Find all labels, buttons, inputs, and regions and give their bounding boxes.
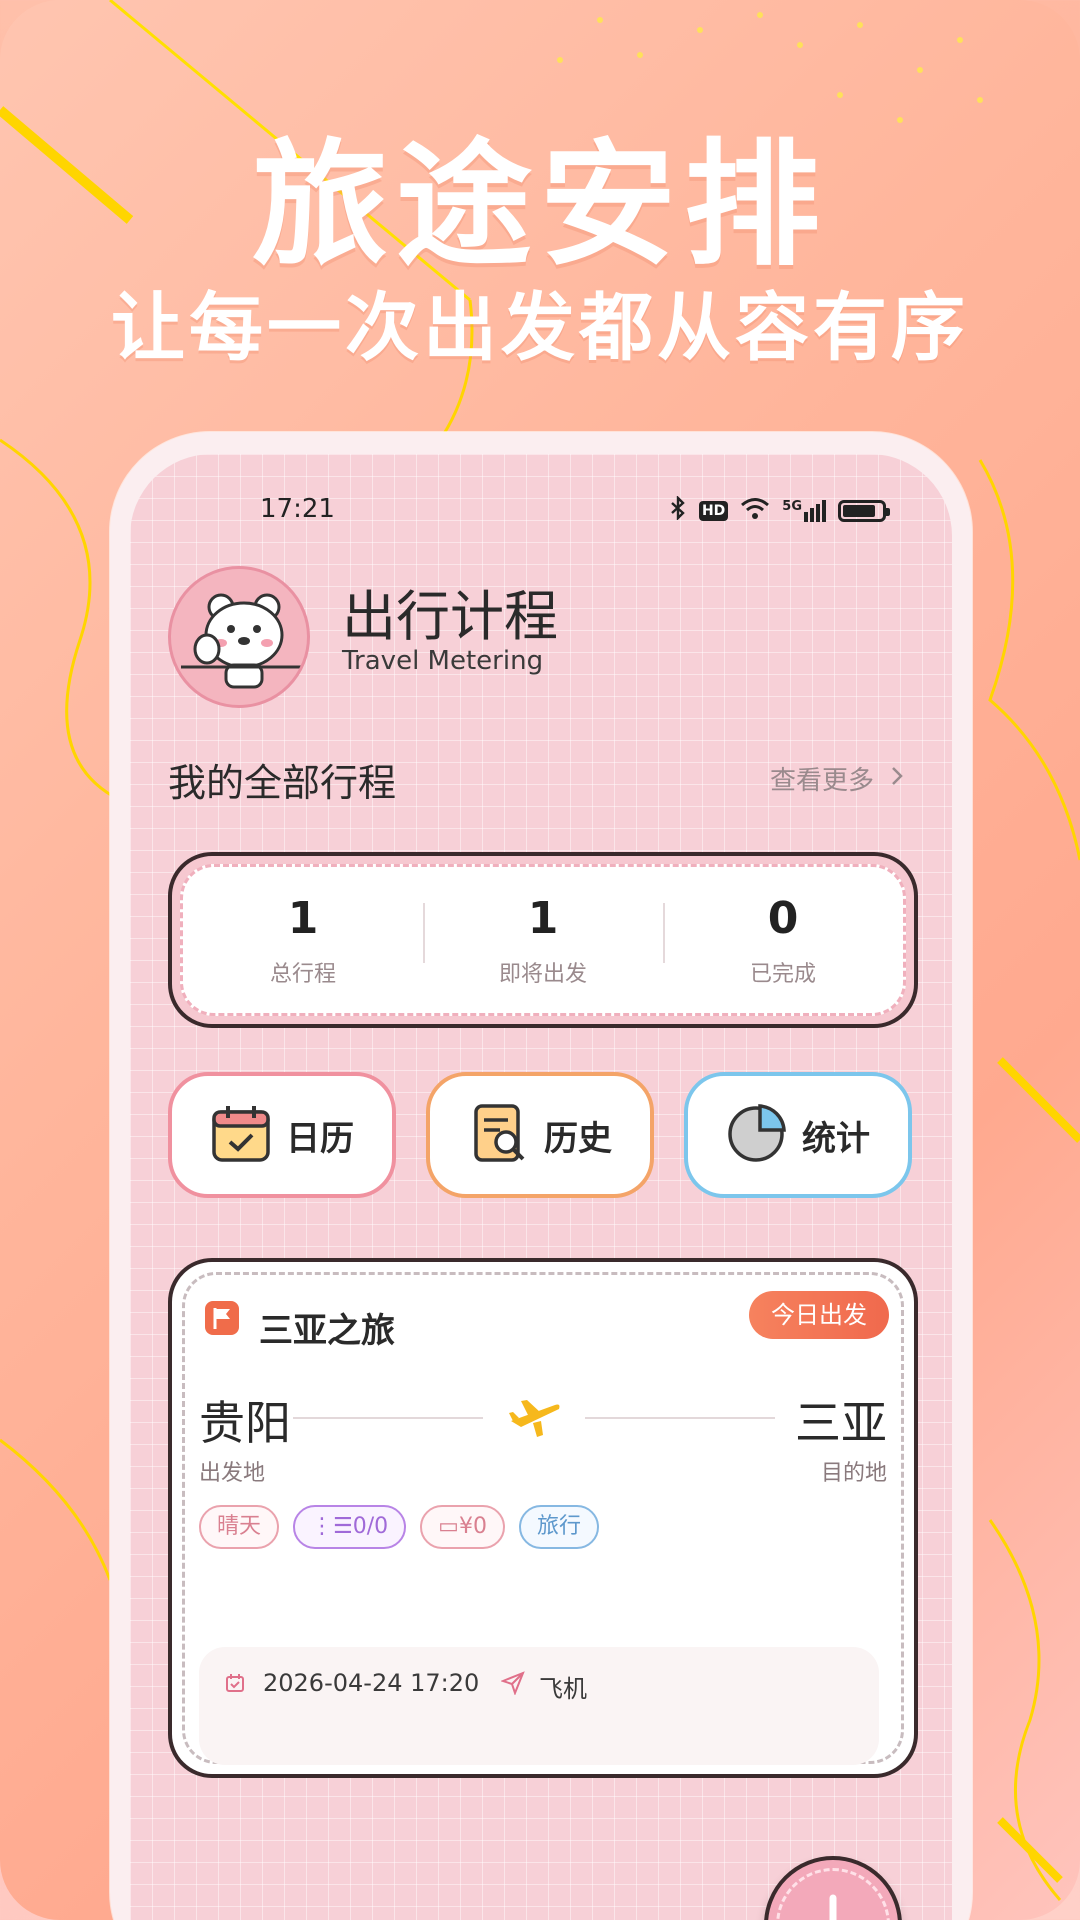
route-line: [293, 1417, 483, 1419]
stat-label: 即将出发: [498, 961, 587, 987]
battery-level: [843, 505, 875, 517]
network-type-label: 5G: [782, 499, 802, 514]
pie-chart-icon: [726, 1102, 788, 1168]
stat-completed[interactable]: 0 已完成: [663, 893, 903, 988]
flag-icon: [205, 1301, 239, 1335]
promo-subtitle: 让每一次出发都从容有序: [111, 285, 969, 371]
promo-title: 旅途安排: [252, 127, 828, 285]
stat-total[interactable]: 1 总行程: [183, 893, 423, 988]
see-more-link[interactable]: 查看更多: [770, 760, 904, 797]
trip-type-tag: 旅行: [518, 1505, 599, 1549]
section-title: 我的全部行程: [168, 761, 397, 805]
budget-tag: ▭¥0: [420, 1505, 505, 1549]
stats-card: 1 总行程 1 即将出发 0 已完成: [168, 852, 918, 1028]
statistics-label: 统计: [802, 1118, 870, 1159]
stat-value: 1: [527, 892, 559, 944]
stat-upcoming[interactable]: 1 即将出发: [423, 893, 663, 988]
route-line: [585, 1417, 775, 1419]
budget-amount: ¥0: [458, 1514, 487, 1539]
trip-transport: 飞机: [539, 1675, 587, 1703]
wallet-icon: ▭: [438, 1514, 459, 1539]
add-trip-button[interactable]: [764, 1856, 902, 1920]
app-subtitle: Travel Metering: [342, 646, 544, 676]
history-button[interactable]: 历史: [426, 1072, 654, 1198]
trip-tags: 晴天 ⋮☰0/0 ▭¥0 旅行: [199, 1505, 759, 1549]
calendar-label: 日历: [286, 1118, 354, 1159]
avatar[interactable]: [168, 566, 310, 708]
calendar-icon: [225, 1673, 245, 1693]
stat-value: 0: [767, 892, 799, 944]
see-more-label: 查看更多: [769, 766, 874, 796]
status-bar: 17:21 HD 5G: [130, 492, 952, 532]
bluetooth-icon: [669, 495, 687, 526]
stat-label: 总行程: [269, 961, 336, 987]
polar-bear-avatar: [181, 593, 303, 689]
checklist-tag: ⋮☰0/0: [293, 1505, 407, 1549]
destination-label: 目的地: [820, 1461, 887, 1486]
trip-card[interactable]: 三亚之旅 今日出发 贵阳 出发地 三亚 目的地 晴天 ⋮☰0/0 ▭¥0 旅行 …: [168, 1258, 918, 1778]
app-title: 出行计程: [342, 585, 558, 648]
destination-city: 三亚: [795, 1396, 887, 1450]
history-document-icon: [468, 1102, 530, 1168]
hd-icon: HD: [698, 501, 729, 521]
trip-info-box: 2026-04-24 17:20 飞机: [199, 1647, 879, 1765]
app-screen: 17:21 HD 5G 出行计程 Travel Metering 我的全部行程 …: [130, 454, 952, 1920]
plus-icon: [829, 1894, 837, 1920]
stat-label: 已完成: [749, 961, 816, 987]
departure-label: 出发地: [199, 1461, 266, 1486]
battery-icon: [838, 500, 890, 522]
departure-city: 贵阳: [199, 1396, 291, 1450]
trip-title: 三亚之旅: [259, 1311, 395, 1351]
statistics-button[interactable]: 统计: [684, 1072, 912, 1198]
history-label: 历史: [544, 1118, 612, 1159]
weather-tag: 晴天: [199, 1505, 280, 1549]
stat-value: 1: [287, 892, 319, 944]
wifi-icon: [740, 496, 770, 526]
paper-plane-icon: [500, 1671, 525, 1696]
checklist-count: 0/0: [352, 1514, 389, 1539]
trip-datetime: 2026-04-24 17:20: [263, 1669, 480, 1697]
calendar-check-icon: [210, 1102, 272, 1168]
chevron-right-icon: [890, 764, 904, 794]
airplane-icon: [507, 1391, 563, 1441]
phone-frame: 17:21 HD 5G 出行计程 Travel Metering 我的全部行程 …: [110, 432, 972, 1920]
checklist-icon: ⋮☰: [311, 1514, 353, 1539]
calendar-button[interactable]: 日历: [168, 1072, 396, 1198]
status-badge: 今日出发: [749, 1291, 889, 1339]
status-time: 17:21: [260, 494, 335, 524]
5g-signal-icon: 5G: [782, 500, 826, 522]
